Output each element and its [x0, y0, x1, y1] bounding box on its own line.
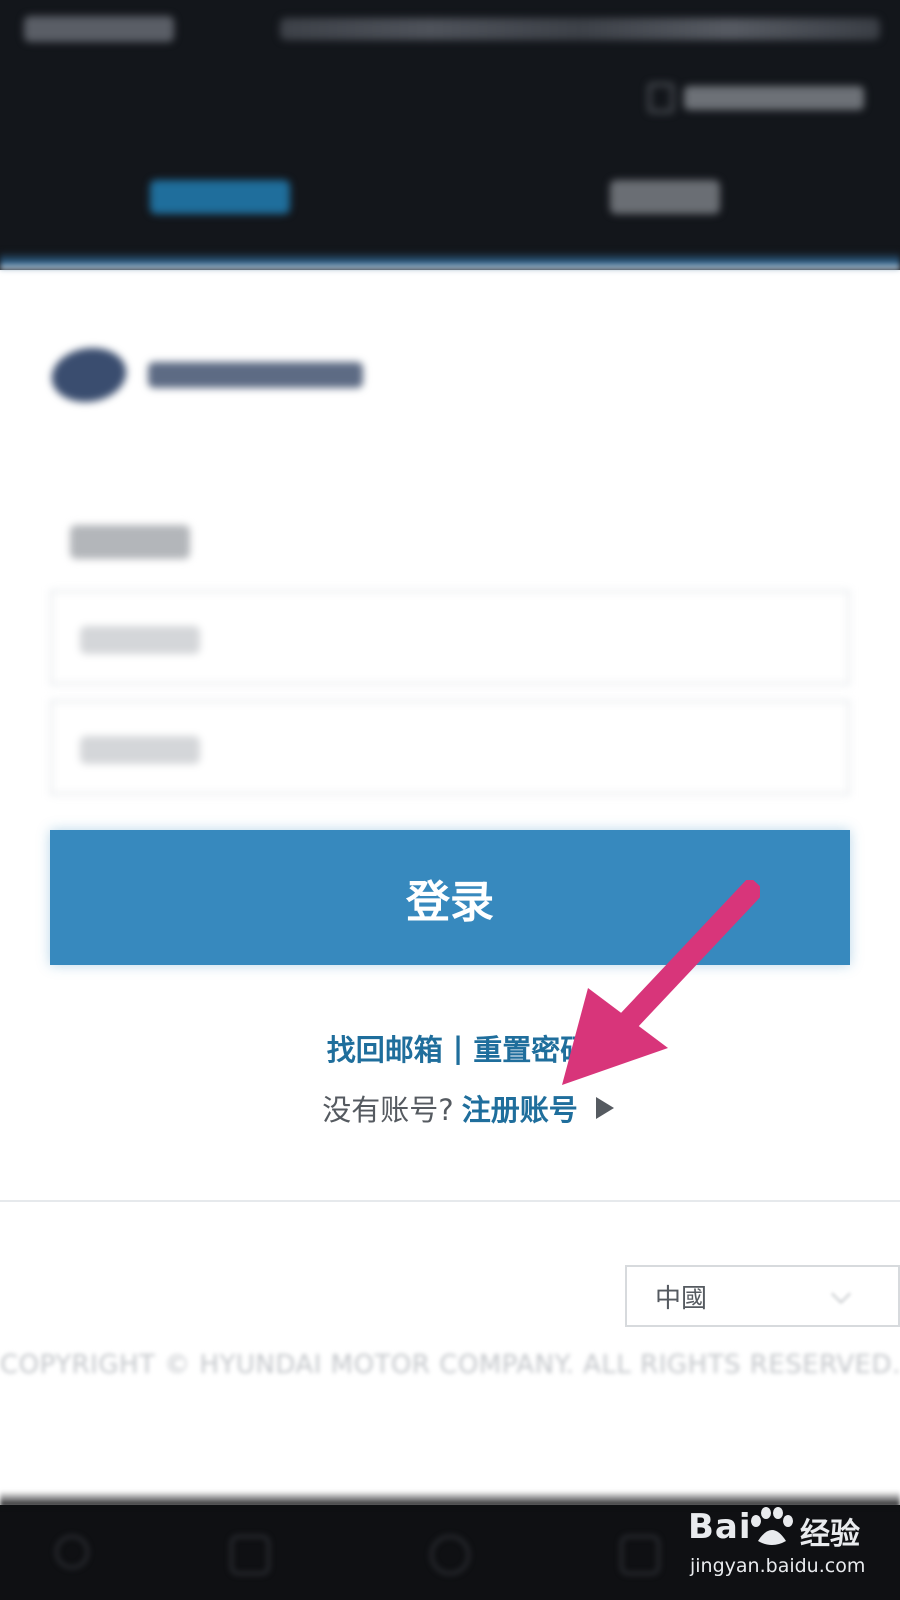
form-title	[70, 525, 190, 559]
tab-login[interactable]	[150, 180, 290, 214]
register-row: 没有账号? 注册账号	[0, 1085, 900, 1131]
nav-home-icon[interactable]	[430, 1535, 470, 1575]
app-header	[0, 0, 900, 270]
play-arrow-icon[interactable]	[595, 1097, 614, 1119]
watermark-url: jingyan.baidu.com	[690, 1555, 866, 1577]
nav-recent-icon[interactable]	[620, 1535, 660, 1575]
nav-menu-icon[interactable]	[55, 1535, 89, 1569]
divider	[0, 1200, 900, 1202]
find-email-link[interactable]: 找回邮箱	[327, 1027, 443, 1069]
register-link[interactable]: 注册账号	[462, 1087, 578, 1129]
password-field[interactable]	[50, 700, 850, 795]
no-account-text: 没有账号?	[322, 1093, 454, 1127]
watermark-brand-right: 经验	[800, 1517, 860, 1552]
watermark-brand-left: Bai	[688, 1507, 752, 1547]
hyundai-logo	[48, 345, 372, 405]
chevron-down-icon	[831, 1284, 851, 1304]
email-field[interactable]	[50, 590, 850, 685]
hyundai-emblem-icon	[48, 348, 130, 402]
status-bar-indicators	[280, 18, 880, 40]
email-placeholder	[80, 626, 200, 654]
hyundai-wordmark	[148, 362, 363, 388]
account-button[interactable]	[640, 78, 880, 118]
status-bar-carrier	[24, 16, 174, 42]
country-select-value: 中國	[655, 1283, 708, 1314]
nav-back-icon[interactable]	[230, 1535, 270, 1575]
annotation-arrow-icon	[562, 880, 760, 1085]
link-separator: |	[452, 1031, 464, 1065]
recovery-links: 找回邮箱 | 重置密码	[0, 1025, 900, 1071]
copyright-text: COPYRIGHT © HYUNDAI MOTOR COMPANY. ALL R…	[0, 1350, 900, 1380]
login-screen: 登录 找回邮箱 | 重置密码 没有账号? 注册账号 中國 COPYRIGHT ©…	[0, 0, 900, 1600]
account-button-label	[684, 86, 864, 110]
tab-other[interactable]	[610, 180, 720, 214]
paw-icon	[751, 1507, 793, 1545]
country-select[interactable]: 中國	[625, 1265, 900, 1327]
person-icon	[648, 83, 674, 113]
baidu-jingyan-watermark: Bai 经验 jingyan.baidu.com	[688, 1505, 888, 1590]
status-bar	[0, 0, 900, 60]
password-placeholder	[80, 736, 200, 764]
